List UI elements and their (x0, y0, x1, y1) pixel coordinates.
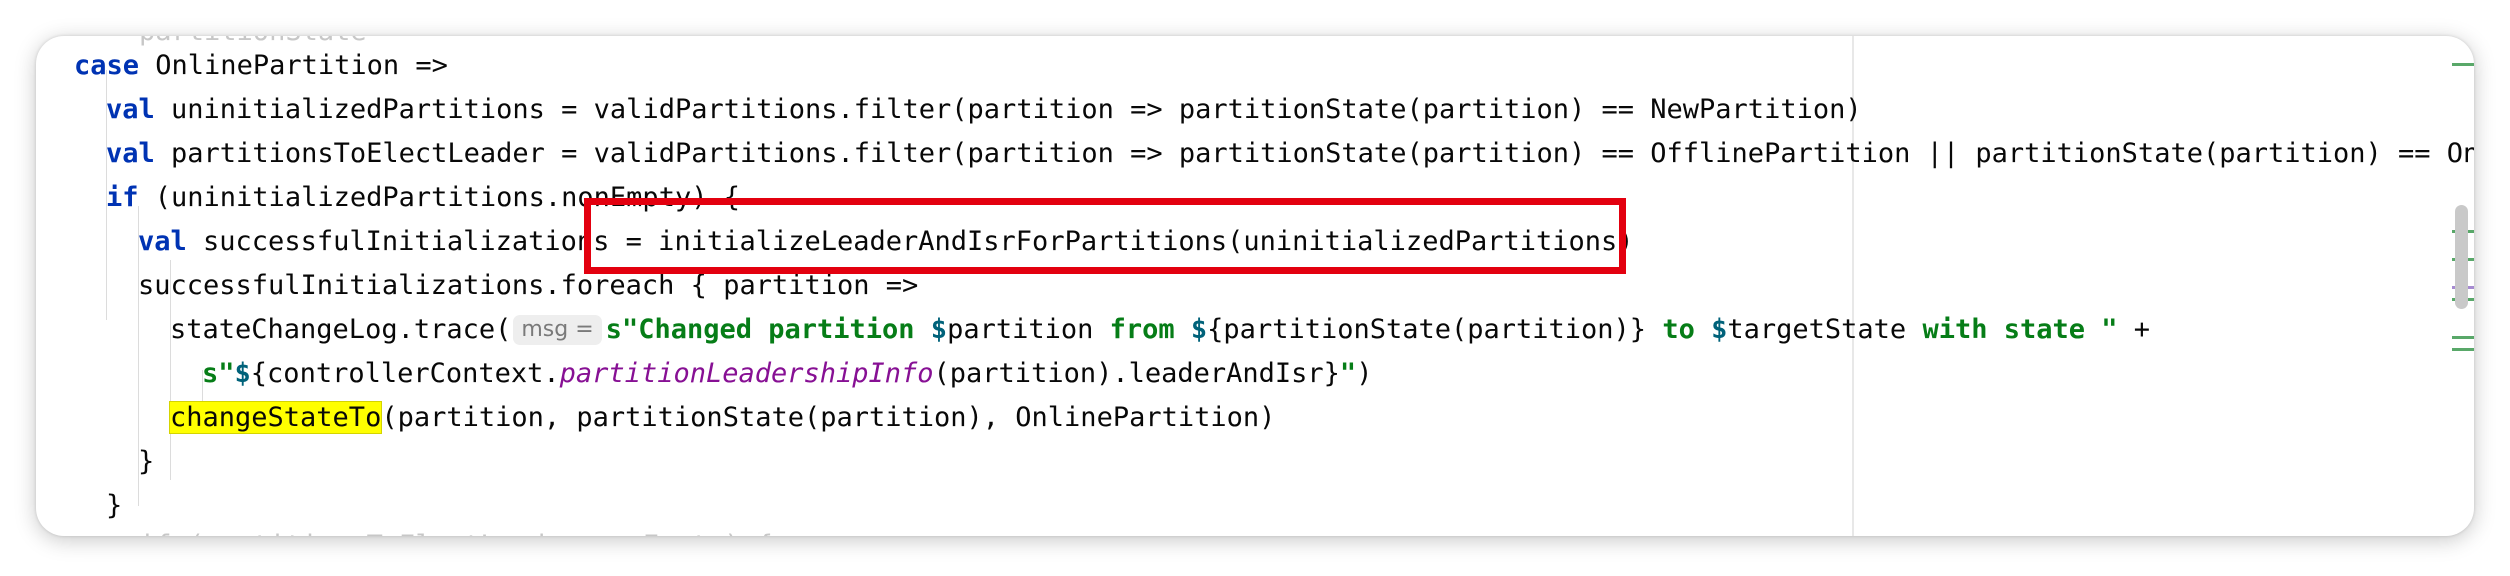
keyword: val (106, 138, 155, 169)
string-quote: " (1339, 358, 1357, 389)
interpolation-sign: $ (1190, 314, 1208, 345)
parameter-hint: msg = (513, 315, 602, 345)
keyword: val (138, 226, 187, 257)
string-literal: with state " (1922, 314, 2118, 345)
code-text: {controllerContext. (250, 358, 560, 389)
vertical-scrollbar-thumb[interactable] (2455, 205, 2468, 309)
search-highlight: changeStateTo (168, 401, 383, 434)
change-marker (2452, 63, 2474, 66)
code-text: (partition).leaderAndIsr} (933, 358, 1340, 389)
keyword: case (74, 50, 140, 81)
string-literal: from (1109, 314, 1191, 345)
code-text: (partition, partitionState(partition), O… (381, 402, 1276, 433)
code-line-1: case OnlinePartition => (74, 44, 448, 88)
code-text: partitionsToElectLeader = validPartition… (154, 138, 2474, 169)
keyword: if (106, 182, 139, 213)
code-line-9: changeStateTo(partition, partitionState(… (168, 396, 1276, 440)
keyword: val (106, 94, 155, 125)
string-literal: "Changed partition (621, 314, 931, 345)
code-text: + (2117, 314, 2151, 345)
code-line-2: val uninitializedPartitions = validParti… (106, 88, 1862, 132)
code-line-8: s"${controllerContext.partitionLeadershi… (202, 352, 1372, 396)
code-text: uninitializedPartitions = validPartition… (154, 94, 1862, 125)
interpolation-sign: $ (930, 314, 948, 345)
string-prefix: s (202, 358, 219, 389)
change-marker (2452, 348, 2474, 351)
string-literal: to (1662, 314, 1712, 345)
code-line-10: } (138, 446, 155, 477)
interpolation-sign: $ (234, 358, 251, 389)
member-reference: partitionLeadershipInfo (559, 358, 934, 389)
code-text: targetState (1727, 314, 1923, 345)
code-line-11: } (106, 490, 123, 521)
code-area[interactable]: partitionState case OnlinePartition => v… (36, 36, 2474, 536)
string-quote: " (218, 358, 235, 389)
code-text: {partitionState(partition)} (1207, 314, 1663, 345)
editor-window: partitionState case OnlinePartition => v… (36, 36, 2474, 536)
string-prefix: s (605, 314, 622, 345)
code-text: partition (947, 314, 1110, 345)
code-text: OnlinePartition => (139, 50, 448, 81)
code-line-cut-bottom: if (partitionsToElectLeader.nonEmpty) { (74, 524, 773, 536)
change-marker (2452, 336, 2474, 339)
code-line-7: stateChangeLog.trace(msg = s"Changed part… (170, 308, 2150, 352)
annotation-highlight-box (584, 198, 1626, 274)
code-line-3: val partitionsToElectLeader = validParti… (106, 132, 2474, 176)
interpolation-sign: $ (1711, 314, 1728, 345)
code-text: stateChangeLog.trace( (170, 314, 512, 345)
code-text: ) (1356, 358, 1373, 389)
